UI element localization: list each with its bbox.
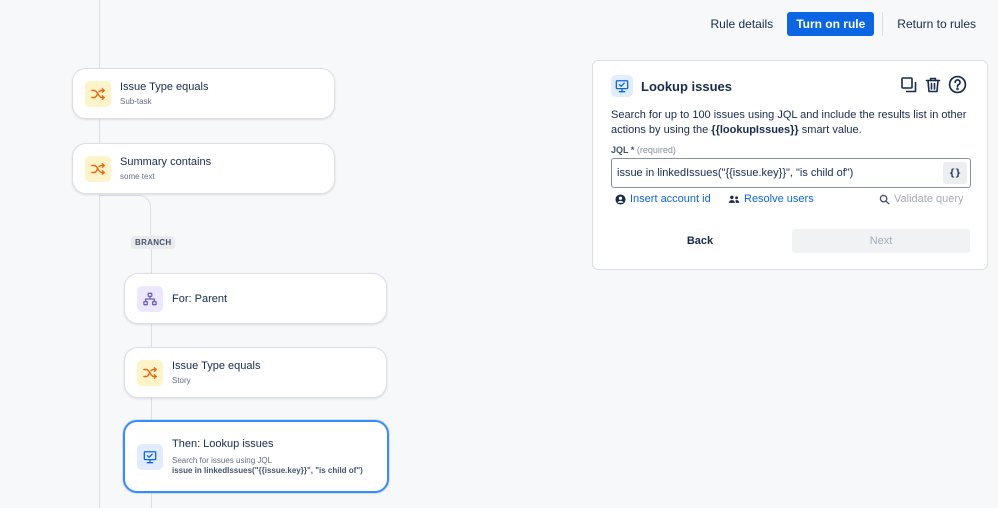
duplicate-icon[interactable] xyxy=(900,76,918,99)
back-button[interactable]: Back xyxy=(615,229,785,253)
insert-account-id-link[interactable]: Insert account id xyxy=(615,193,711,205)
shuffle-icon xyxy=(137,359,163,386)
hierarchy-icon xyxy=(137,285,163,312)
next-button[interactable]: Next xyxy=(792,229,970,253)
panel-actions xyxy=(900,75,967,99)
search-icon xyxy=(879,194,890,204)
flow-card-lookup-issues[interactable]: Then: Lookup issues Search for issues us… xyxy=(123,420,389,493)
topbar-divider xyxy=(882,12,884,36)
turn-on-rule-button[interactable]: Turn on rule xyxy=(787,12,875,36)
card-title: Summary contains xyxy=(120,156,212,168)
lookup-issues-panel: Lookup issues Search for up to 100 issue… xyxy=(592,60,988,270)
branch-connector xyxy=(99,195,151,235)
card-subtitle: Story xyxy=(172,376,191,385)
monitor-icon xyxy=(137,443,163,470)
flow-card-for-parent[interactable]: For: Parent xyxy=(124,273,387,324)
return-to-rules-button[interactable]: Return to rules xyxy=(889,17,984,31)
user-circle-icon xyxy=(615,193,626,205)
card-subtitle: some text xyxy=(120,172,155,181)
panel-description: Search for up to 100 issues using JQL an… xyxy=(611,109,967,136)
flow-card-issue-type-story[interactable]: Issue Type equals Story xyxy=(124,347,387,398)
card-title: Issue Type equals xyxy=(172,360,261,372)
card-title: Then: Lookup issues xyxy=(172,438,274,450)
card-subtitle: Sub-task xyxy=(120,97,152,106)
card-title: Issue Type equals xyxy=(120,81,209,93)
validate-query-link[interactable]: Validate query xyxy=(879,193,964,205)
flow-card-issue-type-subtask[interactable]: Issue Type equals Sub-task xyxy=(72,68,335,119)
card-jql-detail: issue in linkedIssues("{{issue.key}}", "… xyxy=(172,466,363,475)
monitor-icon xyxy=(611,75,633,97)
panel-title: Lookup issues xyxy=(641,78,733,94)
trash-icon[interactable] xyxy=(924,76,942,99)
help-icon[interactable] xyxy=(948,75,967,99)
people-icon xyxy=(728,195,740,203)
flow-card-summary-contains[interactable]: Summary contains some text xyxy=(72,143,335,194)
resolve-users-link[interactable]: Resolve users xyxy=(728,193,814,205)
smart-value-name: {{lookupIssues}} xyxy=(711,124,799,136)
shuffle-icon xyxy=(85,80,111,107)
jql-field: {} xyxy=(611,158,971,188)
card-subtitle: Search for issues using JQL xyxy=(172,456,273,465)
smart-value-button[interactable]: {} xyxy=(943,162,967,184)
jql-input[interactable] xyxy=(617,167,937,179)
panel-header: Lookup issues xyxy=(611,75,732,97)
card-title: For: Parent xyxy=(172,292,228,305)
top-bar: Rule details Turn on rule Return to rule… xyxy=(702,11,984,37)
shuffle-icon xyxy=(85,155,111,182)
jql-label: JQL * (required) xyxy=(611,145,676,155)
rule-details-button[interactable]: Rule details xyxy=(702,17,781,31)
branch-label: BRANCH xyxy=(131,236,176,249)
